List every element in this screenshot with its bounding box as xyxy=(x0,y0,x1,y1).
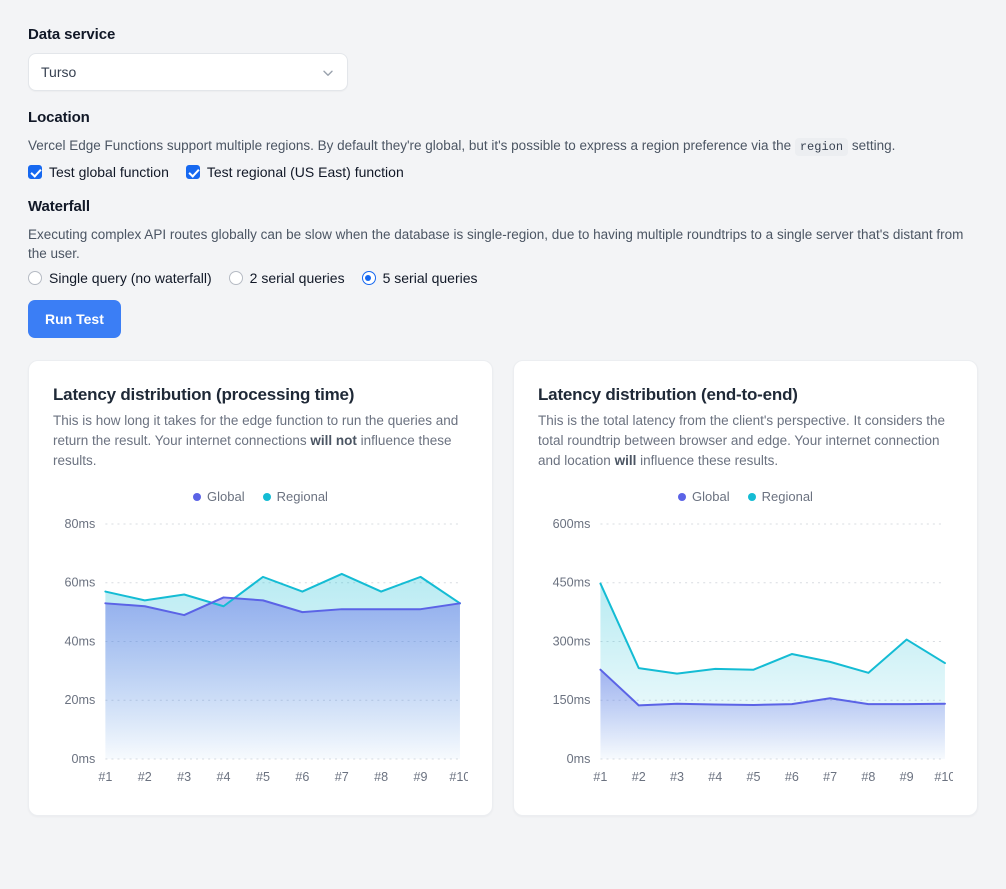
svg-text:#4: #4 xyxy=(217,770,231,784)
card-desc-bold: will not xyxy=(310,433,357,448)
checkbox-test-global-function[interactable]: Test global function xyxy=(28,164,169,180)
svg-text:#1: #1 xyxy=(593,770,607,784)
checkbox-checked-icon[interactable] xyxy=(186,165,200,179)
radio-2-serial-queries[interactable]: 2 serial queries xyxy=(229,270,345,286)
svg-text:300ms: 300ms xyxy=(553,635,591,649)
svg-text:#7: #7 xyxy=(823,770,837,784)
radio-checked-icon[interactable] xyxy=(362,271,376,285)
location-title: Location xyxy=(28,109,978,126)
location-desc-after: setting. xyxy=(848,138,895,153)
svg-text:#6: #6 xyxy=(295,770,309,784)
svg-text:#3: #3 xyxy=(670,770,684,784)
data-service-select-wrap: Turso xyxy=(28,53,348,91)
chart-legend: Global Regional xyxy=(538,489,953,504)
location-desc-before: Vercel Edge Functions support multiple r… xyxy=(28,138,795,153)
radio-unchecked-icon[interactable] xyxy=(28,271,42,285)
svg-text:600ms: 600ms xyxy=(553,517,591,531)
chart-end-to-end: 0ms 150ms 300ms 450ms 600ms #1 #2 #3 #4 #5 #6 #7 #8 #… xyxy=(538,510,953,795)
legend-item-global[interactable]: Global xyxy=(193,489,245,504)
latency-end-to-end-chart: 0ms 150ms 300ms 450ms 600ms #1 #2 #3 #4 #5 #6 #7 #8 #… xyxy=(538,510,953,795)
radio-single-query[interactable]: Single query (no waterfall) xyxy=(28,270,212,286)
svg-text:60ms: 60ms xyxy=(65,576,96,590)
data-service-selected-value: Turso xyxy=(41,64,76,80)
radio-5-serial-queries[interactable]: 5 serial queries xyxy=(362,270,478,286)
data-service-title: Data service xyxy=(28,26,978,43)
waterfall-options: Single query (no waterfall) 2 serial que… xyxy=(28,270,978,286)
card-desc-part2: influence these results. xyxy=(636,453,778,468)
legend-item-regional[interactable]: Regional xyxy=(263,489,328,504)
svg-text:40ms: 40ms xyxy=(65,635,96,649)
radio-unchecked-icon[interactable] xyxy=(229,271,243,285)
location-section: Location Vercel Edge Functions support m… xyxy=(28,109,978,180)
legend-dot-icon xyxy=(263,493,271,501)
card-title: Latency distribution (end-to-end) xyxy=(538,385,953,405)
checkbox-label: Test global function xyxy=(49,164,169,180)
radio-label: 2 serial queries xyxy=(250,270,345,286)
svg-text:#5: #5 xyxy=(747,770,761,784)
waterfall-title: Waterfall xyxy=(28,198,978,215)
card-description: This is the total latency from the clien… xyxy=(538,411,953,471)
data-service-section: Data service Turso xyxy=(28,26,978,91)
svg-text:#9: #9 xyxy=(900,770,914,784)
card-desc-bold: will xyxy=(615,453,637,468)
svg-text:0ms: 0ms xyxy=(72,752,96,766)
chart-legend: Global Regional xyxy=(53,489,468,504)
page-root: Data service Turso Location Vercel Edge … xyxy=(0,0,1006,816)
waterfall-description: Executing complex API routes globally ca… xyxy=(28,225,978,263)
card-description: This is how long it takes for the edge f… xyxy=(53,411,468,471)
checkbox-label: Test regional (US East) function xyxy=(207,164,404,180)
svg-text:#1: #1 xyxy=(98,770,112,784)
legend-dot-icon xyxy=(678,493,686,501)
legend-item-regional[interactable]: Regional xyxy=(748,489,813,504)
svg-text:#9: #9 xyxy=(414,770,428,784)
svg-text:#5: #5 xyxy=(256,770,270,784)
svg-text:#3: #3 xyxy=(177,770,191,784)
location-description: Vercel Edge Functions support multiple r… xyxy=(28,136,978,157)
svg-text:#4: #4 xyxy=(708,770,722,784)
card-processing-time: Latency distribution (processing time) T… xyxy=(28,360,493,816)
location-options: Test global function Test regional (US E… xyxy=(28,164,978,180)
svg-text:#8: #8 xyxy=(374,770,388,784)
legend-dot-icon xyxy=(748,493,756,501)
chart-processing-time: 0ms 20ms 40ms 60ms 80ms #1 #2 #3 #4 #5 #6 #7 #8 #9 #10 xyxy=(53,510,468,795)
waterfall-section: Waterfall Executing complex API routes g… xyxy=(28,198,978,338)
checkbox-checked-icon[interactable] xyxy=(28,165,42,179)
data-service-select[interactable]: Turso xyxy=(28,53,348,91)
checkbox-test-regional-function[interactable]: Test regional (US East) function xyxy=(186,164,404,180)
svg-text:450ms: 450ms xyxy=(553,576,591,590)
legend-item-global[interactable]: Global xyxy=(678,489,730,504)
svg-text:20ms: 20ms xyxy=(65,693,96,707)
svg-text:#2: #2 xyxy=(632,770,646,784)
results-cards: Latency distribution (processing time) T… xyxy=(28,360,978,816)
latency-processing-chart: 0ms 20ms 40ms 60ms 80ms #1 #2 #3 #4 #5 #6 #7 #8 #9 #10 xyxy=(53,510,468,795)
svg-text:80ms: 80ms xyxy=(65,517,96,531)
svg-text:#7: #7 xyxy=(335,770,349,784)
legend-label: Global xyxy=(207,489,245,504)
card-title: Latency distribution (processing time) xyxy=(53,385,468,405)
radio-label: Single query (no waterfall) xyxy=(49,270,212,286)
card-end-to-end: Latency distribution (end-to-end) This i… xyxy=(513,360,978,816)
legend-label: Regional xyxy=(762,489,813,504)
legend-label: Regional xyxy=(277,489,328,504)
legend-dot-icon xyxy=(193,493,201,501)
svg-text:#8: #8 xyxy=(861,770,875,784)
svg-text:#10: #10 xyxy=(934,770,953,784)
svg-text:0ms: 0ms xyxy=(567,752,591,766)
region-code-token: region xyxy=(795,138,848,156)
svg-text:#6: #6 xyxy=(785,770,799,784)
legend-label: Global xyxy=(692,489,730,504)
run-test-button[interactable]: Run Test xyxy=(28,300,121,338)
svg-text:#2: #2 xyxy=(138,770,152,784)
svg-text:150ms: 150ms xyxy=(553,693,591,707)
radio-label: 5 serial queries xyxy=(383,270,478,286)
svg-text:#10: #10 xyxy=(449,770,468,784)
